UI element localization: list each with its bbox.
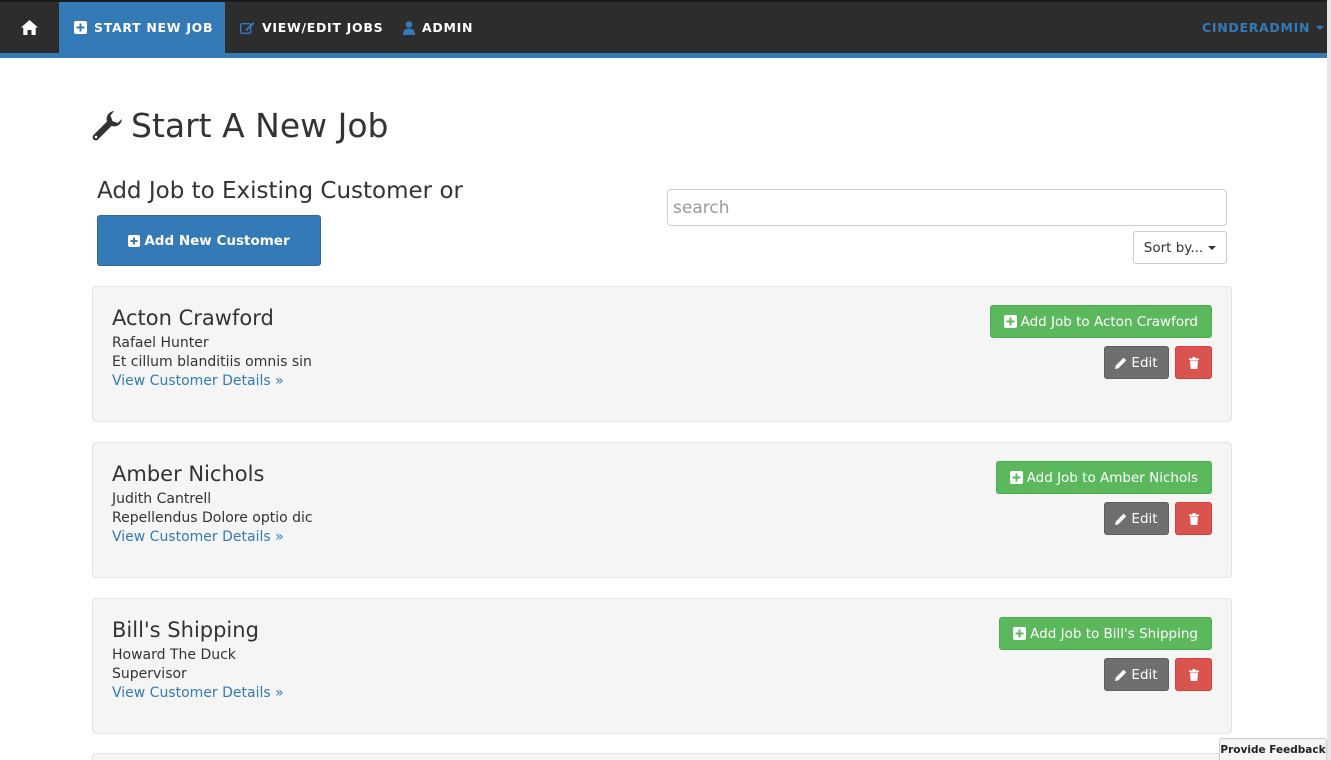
customer-contact: Howard The Duck	[112, 647, 236, 663]
customer-card: Acton Crawford Rafael Hunter Et cillum b…	[92, 286, 1232, 422]
view-customer-details-link[interactable]: View Customer Details »	[112, 373, 284, 389]
customer-detail: Et cillum blanditiis omnis sin	[112, 354, 312, 370]
plus-square-icon	[1013, 627, 1027, 640]
edit-customer-button[interactable]: Edit	[1104, 346, 1169, 379]
nav-view-edit-jobs[interactable]: VIEW/EDIT JOBS	[240, 2, 383, 53]
wrench-icon	[92, 110, 122, 140]
add-job-label: Add Job to Amber Nichols	[1026, 469, 1198, 486]
add-new-customer-button[interactable]: Add New Customer	[97, 215, 321, 266]
customer-name: Bill's Shipping	[112, 618, 259, 642]
plus-square-icon	[1009, 471, 1023, 484]
trash-icon	[1188, 356, 1199, 369]
plus-square-icon	[74, 21, 87, 34]
user-menu[interactable]: CINDERADMIN	[1202, 2, 1325, 53]
edit-customer-button[interactable]: Edit	[1104, 658, 1169, 691]
add-job-button[interactable]: Add Job to Amber Nichols	[995, 461, 1212, 494]
customer-card: Amber Nichols Judith Cantrell Repellendu…	[92, 442, 1232, 578]
add-job-label: Add Job to Bill's Shipping	[1030, 625, 1198, 642]
edit-label: Edit	[1131, 510, 1158, 527]
delete-customer-button[interactable]	[1175, 346, 1212, 379]
nav-admin[interactable]: ADMIN	[403, 2, 473, 53]
trash-icon	[1188, 668, 1199, 681]
pencil-icon	[1115, 669, 1127, 681]
edit-customer-button[interactable]: Edit	[1104, 502, 1169, 535]
nav-start-new-job[interactable]: START NEW JOB	[59, 2, 225, 53]
page-title-text: Start A New Job	[131, 106, 389, 145]
add-job-button[interactable]: Add Job to Acton Crawford	[989, 305, 1212, 338]
customer-contact: Judith Cantrell	[112, 491, 212, 507]
delete-customer-button[interactable]	[1175, 502, 1212, 535]
nav-view-edit-jobs-label: VIEW/EDIT JOBS	[262, 20, 384, 35]
page-title: Start A New Job	[91, 106, 389, 145]
sort-dropdown[interactable]: Sort by...	[1133, 231, 1227, 264]
plus-square-icon	[1003, 315, 1017, 328]
customer-detail: Supervisor	[112, 666, 187, 682]
scrollbar[interactable]	[1327, 0, 1331, 760]
plus-square-icon	[128, 234, 141, 247]
home-icon	[21, 20, 38, 35]
user-menu-label: CINDERADMIN	[1202, 20, 1311, 35]
nav-admin-label: ADMIN	[422, 20, 474, 35]
provide-feedback-button[interactable]: Provide Feedback	[1219, 738, 1327, 760]
customer-card: Bill's Shipping Howard The Duck Supervis…	[92, 598, 1232, 734]
caret-down-icon	[1316, 25, 1325, 30]
edit-label: Edit	[1131, 666, 1158, 683]
add-new-customer-label: Add New Customer	[144, 232, 290, 249]
nav-home[interactable]	[0, 2, 59, 53]
user-icon	[403, 20, 415, 35]
view-customer-details-link[interactable]: View Customer Details »	[112, 685, 284, 701]
customer-contact: Rafael Hunter	[112, 335, 209, 351]
caret-down-icon	[1208, 245, 1217, 250]
add-job-button[interactable]: Add Job to Bill's Shipping	[999, 617, 1212, 650]
trash-icon	[1188, 512, 1199, 525]
pencil-icon	[1115, 513, 1127, 525]
customer-name: Amber Nichols	[112, 462, 265, 486]
subheading: Add Job to Existing Customer or	[97, 178, 463, 204]
customer-detail: Repellendus Dolore optio dic	[112, 510, 313, 526]
customer-card-partial	[92, 753, 1232, 760]
nav-start-new-job-label: START NEW JOB	[94, 20, 214, 35]
view-customer-details-link[interactable]: View Customer Details »	[112, 529, 284, 545]
search-input[interactable]	[667, 189, 1227, 226]
add-job-label: Add Job to Acton Crawford	[1020, 313, 1198, 330]
pencil-icon	[1115, 357, 1127, 369]
customer-name: Acton Crawford	[112, 306, 274, 330]
edit-icon	[240, 21, 255, 34]
top-navbar: START NEW JOB VIEW/EDIT JOBS ADMIN CINDE…	[0, 0, 1327, 58]
delete-customer-button[interactable]	[1175, 658, 1212, 691]
sort-dropdown-label: Sort by...	[1143, 239, 1204, 256]
edit-label: Edit	[1131, 354, 1158, 371]
